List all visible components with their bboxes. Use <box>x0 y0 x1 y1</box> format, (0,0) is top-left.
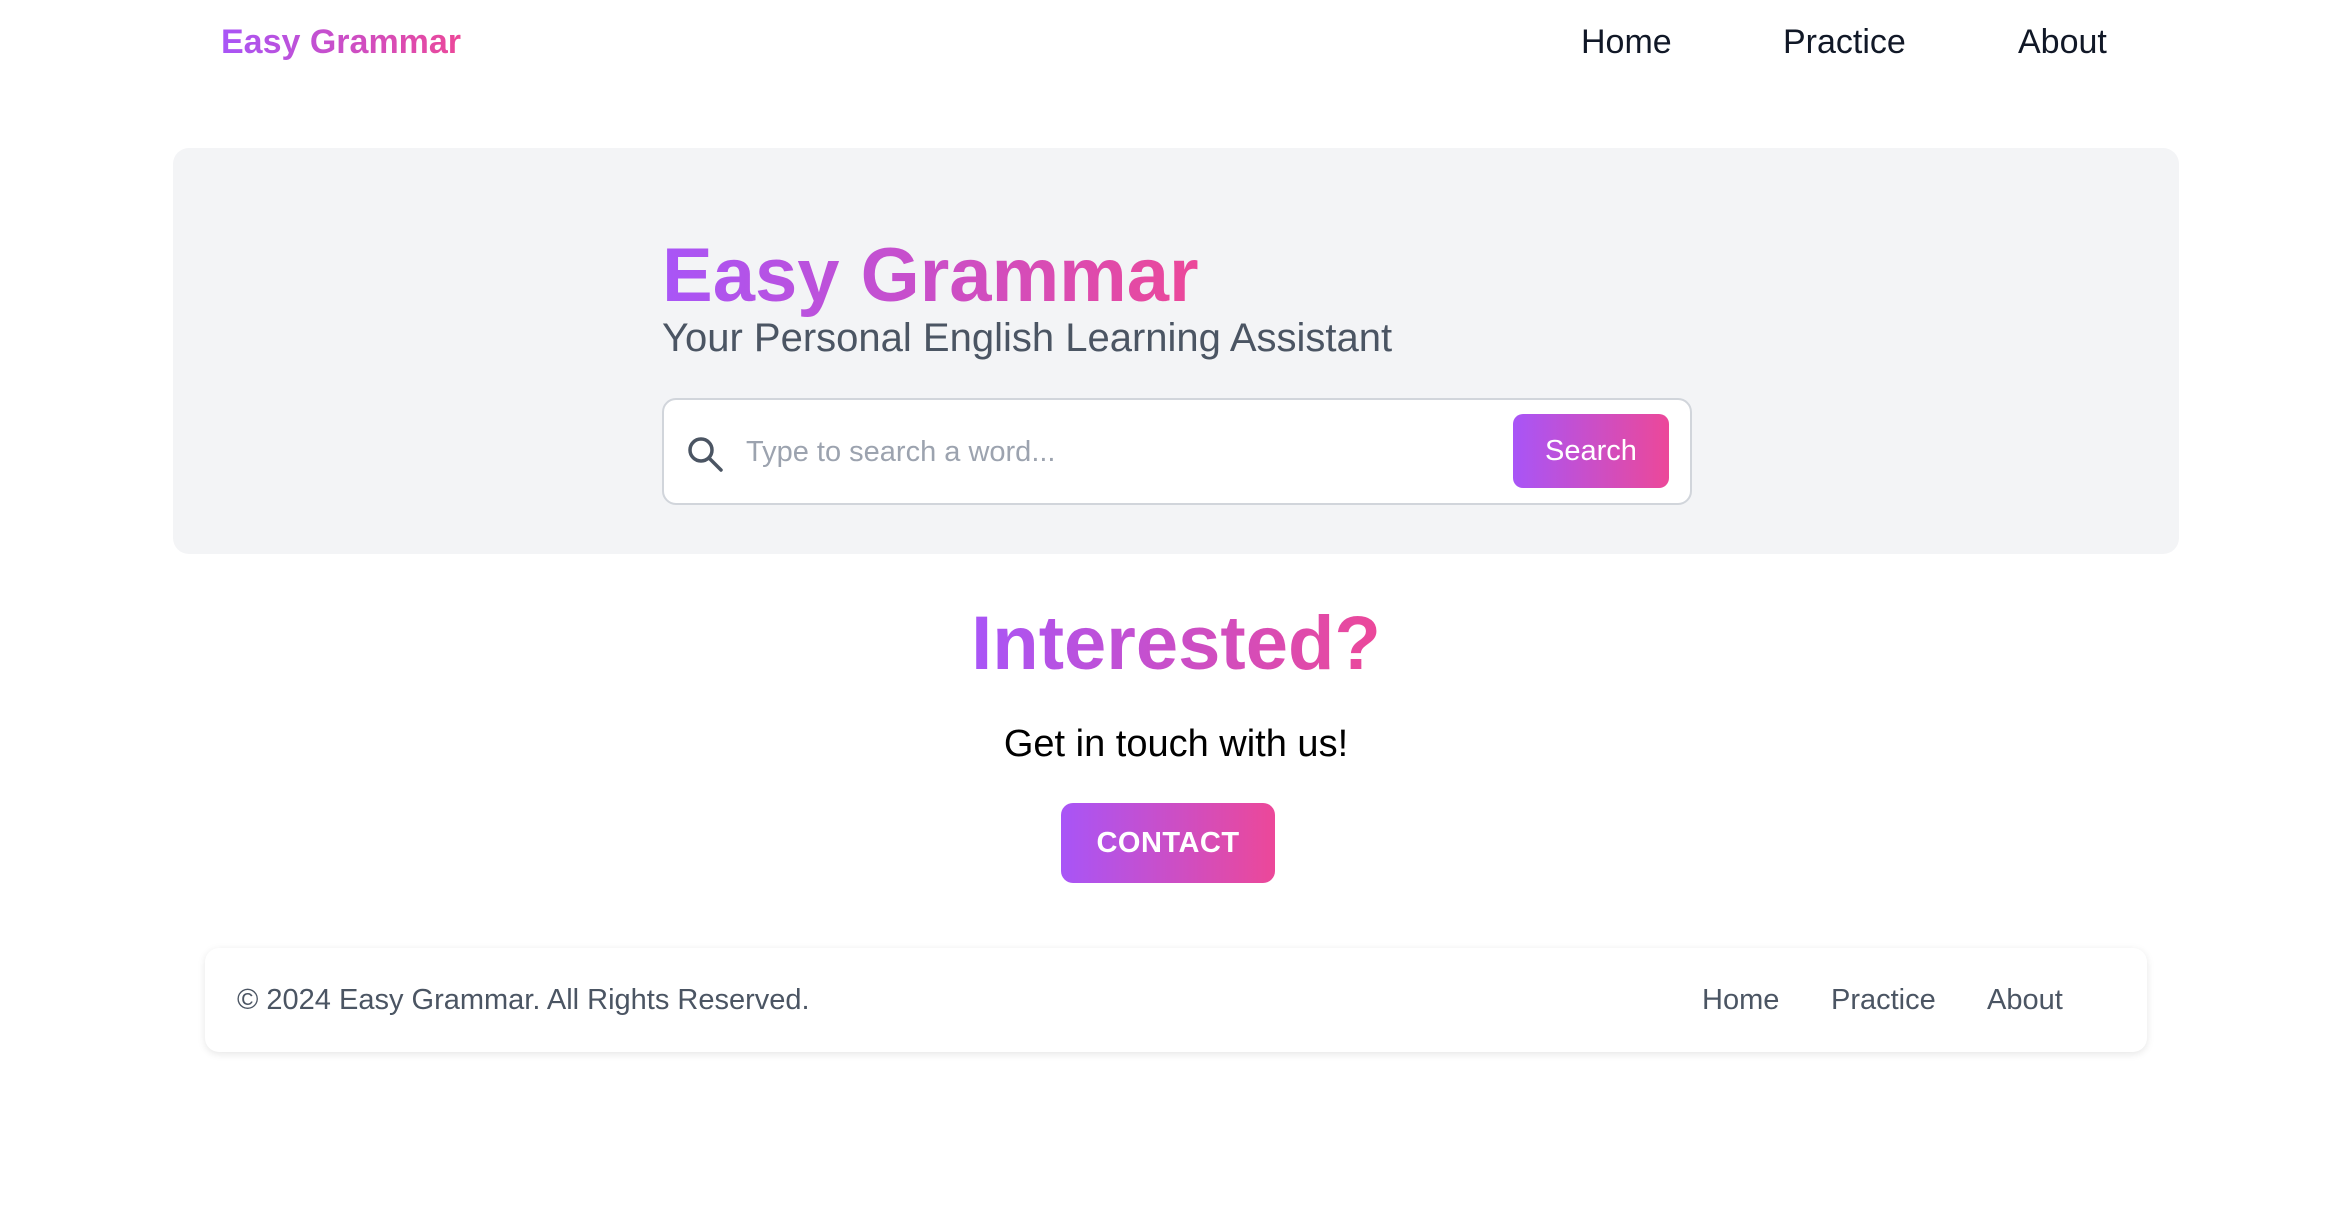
footer-link-home[interactable]: Home <box>1702 980 1779 1020</box>
search-bar: Search <box>662 398 1692 505</box>
nav-link-home[interactable]: Home <box>1581 20 1672 64</box>
hero-subtitle: Your Personal English Learning Assistant <box>662 316 1393 360</box>
hero-title: Easy Grammar <box>662 228 1199 324</box>
hero-section: Easy Grammar Your Personal English Learn… <box>173 148 2179 554</box>
site-footer: © 2024 Easy Grammar. All Rights Reserved… <box>205 948 2147 1052</box>
cta-title-text: Interested? <box>971 596 1381 692</box>
contact-button[interactable]: CONTACT <box>1061 803 1275 883</box>
search-icon <box>686 435 724 473</box>
site-header: Easy Grammar Home Practice About <box>0 0 2330 84</box>
cta-title: Interested? <box>0 596 2330 692</box>
cta-text: Get in touch with us! <box>1003 723 1349 765</box>
footer-link-practice[interactable]: Practice <box>1831 980 1936 1020</box>
brand-logo[interactable]: Easy Grammar <box>221 20 461 64</box>
nav-link-practice[interactable]: Practice <box>1783 20 1906 64</box>
footer-link-about[interactable]: About <box>1987 980 2063 1020</box>
search-button[interactable]: Search <box>1513 414 1669 488</box>
search-input[interactable] <box>744 420 1544 484</box>
nav-link-about[interactable]: About <box>2018 20 2107 64</box>
copyright-text: © 2024 Easy Grammar. All Rights Reserved… <box>237 984 810 1016</box>
